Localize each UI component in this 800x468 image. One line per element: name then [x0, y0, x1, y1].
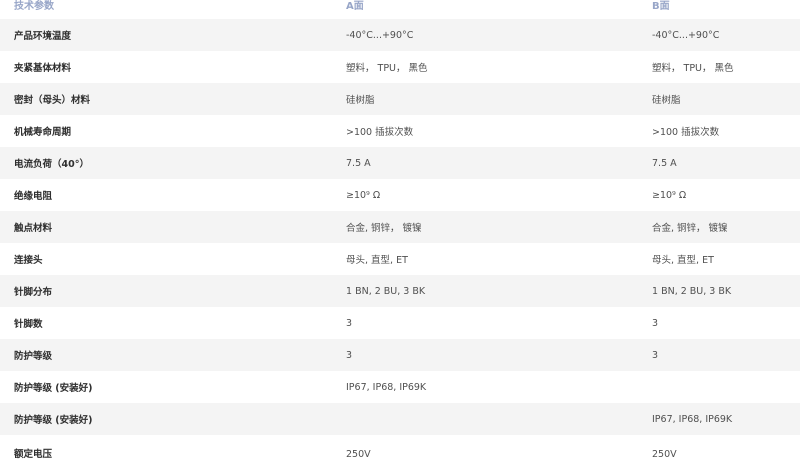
tech-specs-table: 技术参数 A面 B面 产品环境温度 -40°C...+90°C -40°C...… — [0, 0, 800, 460]
side-a-value: 3 — [332, 307, 638, 339]
param-name: 额定电压 — [0, 435, 332, 460]
table-row: 额定电压 250V 250V — [0, 435, 800, 460]
table-row: 防护等级 (安装好) IP67, IP68, IP69K — [0, 403, 800, 435]
side-b-value: IP67, IP68, IP69K — [638, 403, 800, 435]
param-name: 密封（母头）材料 — [0, 83, 332, 115]
side-a-value: 1 BN, 2 BU, 3 BK — [332, 275, 638, 307]
side-a-value: >100 插拔次数 — [332, 115, 638, 147]
side-b-value: >100 插拔次数 — [638, 115, 800, 147]
side-a-value: 7.5 A — [332, 147, 638, 179]
param-name: 电流负荷（40°） — [0, 147, 332, 179]
side-b-value: 母头, 直型, ET — [638, 243, 800, 275]
table-row: 防护等级 (安装好) IP67, IP68, IP69K — [0, 371, 800, 403]
table-row: 针脚数 3 3 — [0, 307, 800, 339]
table-row: 电流负荷（40°） 7.5 A 7.5 A — [0, 147, 800, 179]
side-b-value: ≥10⁹ Ω — [638, 179, 800, 211]
param-name: 防护等级 — [0, 339, 332, 371]
table-row: 绝缘电阻 ≥10⁹ Ω ≥10⁹ Ω — [0, 179, 800, 211]
side-a-value: 250V — [332, 435, 638, 460]
side-a-value: 塑料， TPU， 黑色 — [332, 51, 638, 83]
param-name: 机械寿命周期 — [0, 115, 332, 147]
table-row: 连接头 母头, 直型, ET 母头, 直型, ET — [0, 243, 800, 275]
table-row: 夹紧基体材料 塑料， TPU， 黑色 塑料， TPU， 黑色 — [0, 51, 800, 83]
param-name: 绝缘电阻 — [0, 179, 332, 211]
column-header-side-b: B面 — [638, 0, 800, 19]
table-row: 针脚分布 1 BN, 2 BU, 3 BK 1 BN, 2 BU, 3 BK — [0, 275, 800, 307]
param-name: 夹紧基体材料 — [0, 51, 332, 83]
column-header-side-a: A面 — [332, 0, 638, 19]
param-name: 针脚分布 — [0, 275, 332, 307]
table-row: 产品环境温度 -40°C...+90°C -40°C...+90°C — [0, 19, 800, 51]
side-b-value: 7.5 A — [638, 147, 800, 179]
side-a-value: 3 — [332, 339, 638, 371]
side-a-value: 母头, 直型, ET — [332, 243, 638, 275]
side-b-value: 250V — [638, 435, 800, 460]
side-b-value: 3 — [638, 307, 800, 339]
param-name: 防护等级 (安装好) — [0, 403, 332, 435]
table-row: 防护等级 3 3 — [0, 339, 800, 371]
side-a-value — [332, 403, 638, 435]
side-a-value: ≥10⁹ Ω — [332, 179, 638, 211]
param-name: 触点材料 — [0, 211, 332, 243]
param-name: 连接头 — [0, 243, 332, 275]
side-b-value: 1 BN, 2 BU, 3 BK — [638, 275, 800, 307]
side-b-value: 塑料， TPU， 黑色 — [638, 51, 800, 83]
param-name: 产品环境温度 — [0, 19, 332, 51]
column-header-param: 技术参数 — [0, 0, 332, 19]
side-b-value: 硅树脂 — [638, 83, 800, 115]
side-a-value: -40°C...+90°C — [332, 19, 638, 51]
param-name: 防护等级 (安装好) — [0, 371, 332, 403]
side-b-value — [638, 371, 800, 403]
side-a-value: IP67, IP68, IP69K — [332, 371, 638, 403]
param-name: 针脚数 — [0, 307, 332, 339]
side-b-value: 3 — [638, 339, 800, 371]
side-b-value: 合金, 铜锌， 镀镍 — [638, 211, 800, 243]
table-row: 触点材料 合金, 铜锌， 镀镍 合金, 铜锌， 镀镍 — [0, 211, 800, 243]
side-a-value: 硅树脂 — [332, 83, 638, 115]
side-b-value: -40°C...+90°C — [638, 19, 800, 51]
table-row: 机械寿命周期 >100 插拔次数 >100 插拔次数 — [0, 115, 800, 147]
side-a-value: 合金, 铜锌， 镀镍 — [332, 211, 638, 243]
table-header-row: 技术参数 A面 B面 — [0, 0, 800, 19]
table-row: 密封（母头）材料 硅树脂 硅树脂 — [0, 83, 800, 115]
